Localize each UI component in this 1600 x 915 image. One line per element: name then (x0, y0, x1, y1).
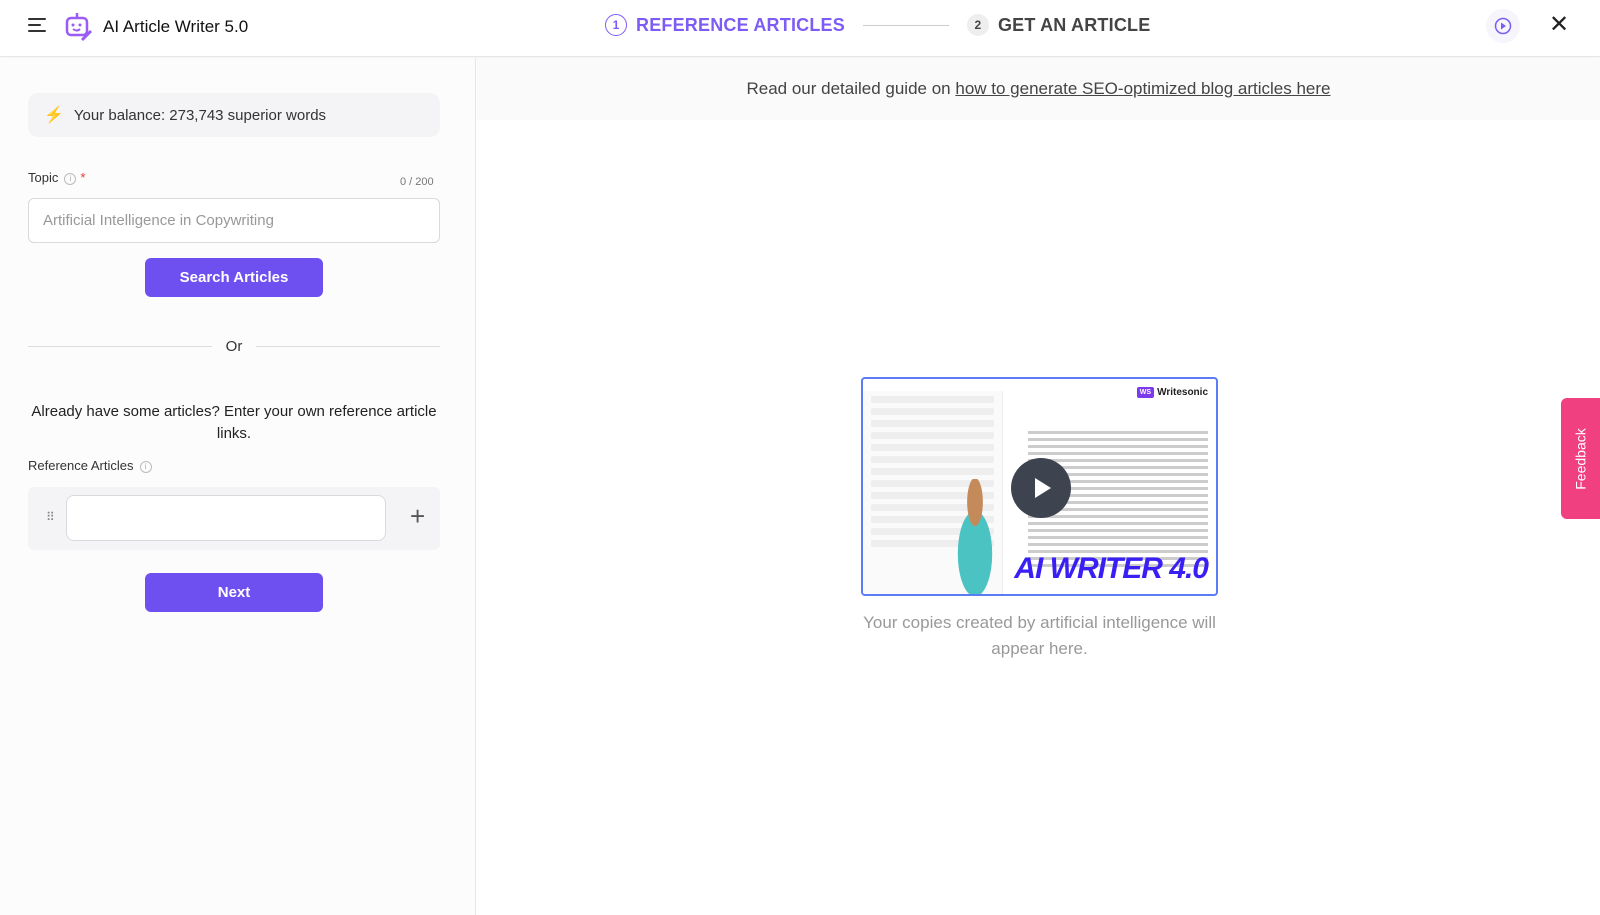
char-counter: 0 / 200 (400, 176, 434, 188)
app-title: AI Article Writer 5.0 (103, 17, 249, 36)
writesonic-logo: WS Writesonic (1136, 387, 1208, 398)
info-icon[interactable]: i (64, 172, 77, 185)
balance-text: Your balance: 273,743 superior words (73, 106, 327, 124)
step-label: GET AN ARTICLE (997, 14, 1151, 35)
drag-handle-icon[interactable]: ⠿ (46, 510, 55, 524)
lightning-icon: ⚡ (44, 107, 64, 124)
step-number: 1 (605, 14, 627, 36)
reference-label-text: Reference Articles (28, 458, 134, 473)
topic-input[interactable] (28, 198, 440, 243)
guide-banner: Read our detailed guide on how to genera… (477, 58, 1600, 120)
or-divider: Or (28, 338, 441, 355)
feedback-label: Feedback (1572, 427, 1589, 490)
hamburger-menu-icon[interactable] (28, 18, 46, 32)
step-reference-articles[interactable]: 1 REFERENCE ARTICLES (605, 14, 845, 36)
reference-articles-label: Reference Articles i (28, 458, 152, 473)
robot-pen-logo-icon (65, 13, 93, 42)
balance-banner: ⚡ Your balance: 273,743 superior words (28, 93, 440, 137)
info-icon[interactable]: i (139, 460, 152, 473)
reference-article-row: ⠿ + (28, 487, 440, 550)
topic-label: Topic i * (28, 170, 85, 185)
stepper: 1 REFERENCE ARTICLES 2 GET AN ARTICLE (605, 14, 1150, 36)
empty-state-text: Your copies created by artificial intell… (863, 613, 1216, 658)
step-get-an-article[interactable]: 2 GET AN ARTICLE (966, 14, 1151, 36)
step-divider (862, 24, 949, 26)
or-label: Or (225, 338, 243, 355)
tutorial-video-thumbnail[interactable]: WS Writesonic AI WRITER 4.0 (861, 377, 1218, 596)
reference-link-input[interactable] (66, 495, 386, 541)
brand-badge: WS (1136, 387, 1155, 398)
step-label: REFERENCE ARTICLES (636, 14, 845, 35)
guide-link[interactable]: how to generate SEO-optimized blog artic… (955, 79, 1330, 98)
video-play-icon[interactable] (1011, 458, 1071, 518)
topic-label-text: Topic (28, 170, 59, 185)
brand-name: Writesonic (1157, 387, 1208, 398)
input-panel: ⚡ Your balance: 273,743 superior words To… (0, 58, 476, 915)
play-tutorial-button[interactable] (1486, 9, 1520, 43)
own-articles-text: Already have some articles? Enter your o… (31, 403, 437, 442)
play-circle-icon (1494, 17, 1512, 35)
top-bar: AI Article Writer 5.0 1 REFERENCE ARTICLE… (0, 0, 1600, 57)
next-button[interactable]: Next (145, 573, 323, 612)
add-link-plus-icon[interactable]: + (410, 501, 425, 532)
required-marker: * (80, 170, 86, 185)
step-number: 2 (966, 14, 989, 36)
feedback-tab[interactable]: Feedback (1561, 398, 1600, 519)
video-person-image (945, 479, 1005, 594)
close-icon[interactable]: ✕ (1549, 13, 1569, 37)
guide-text: Read our detailed guide on (746, 79, 956, 98)
video-title: AI WRITER 4.0 (1014, 552, 1209, 585)
search-articles-button[interactable]: Search Articles (145, 258, 323, 297)
